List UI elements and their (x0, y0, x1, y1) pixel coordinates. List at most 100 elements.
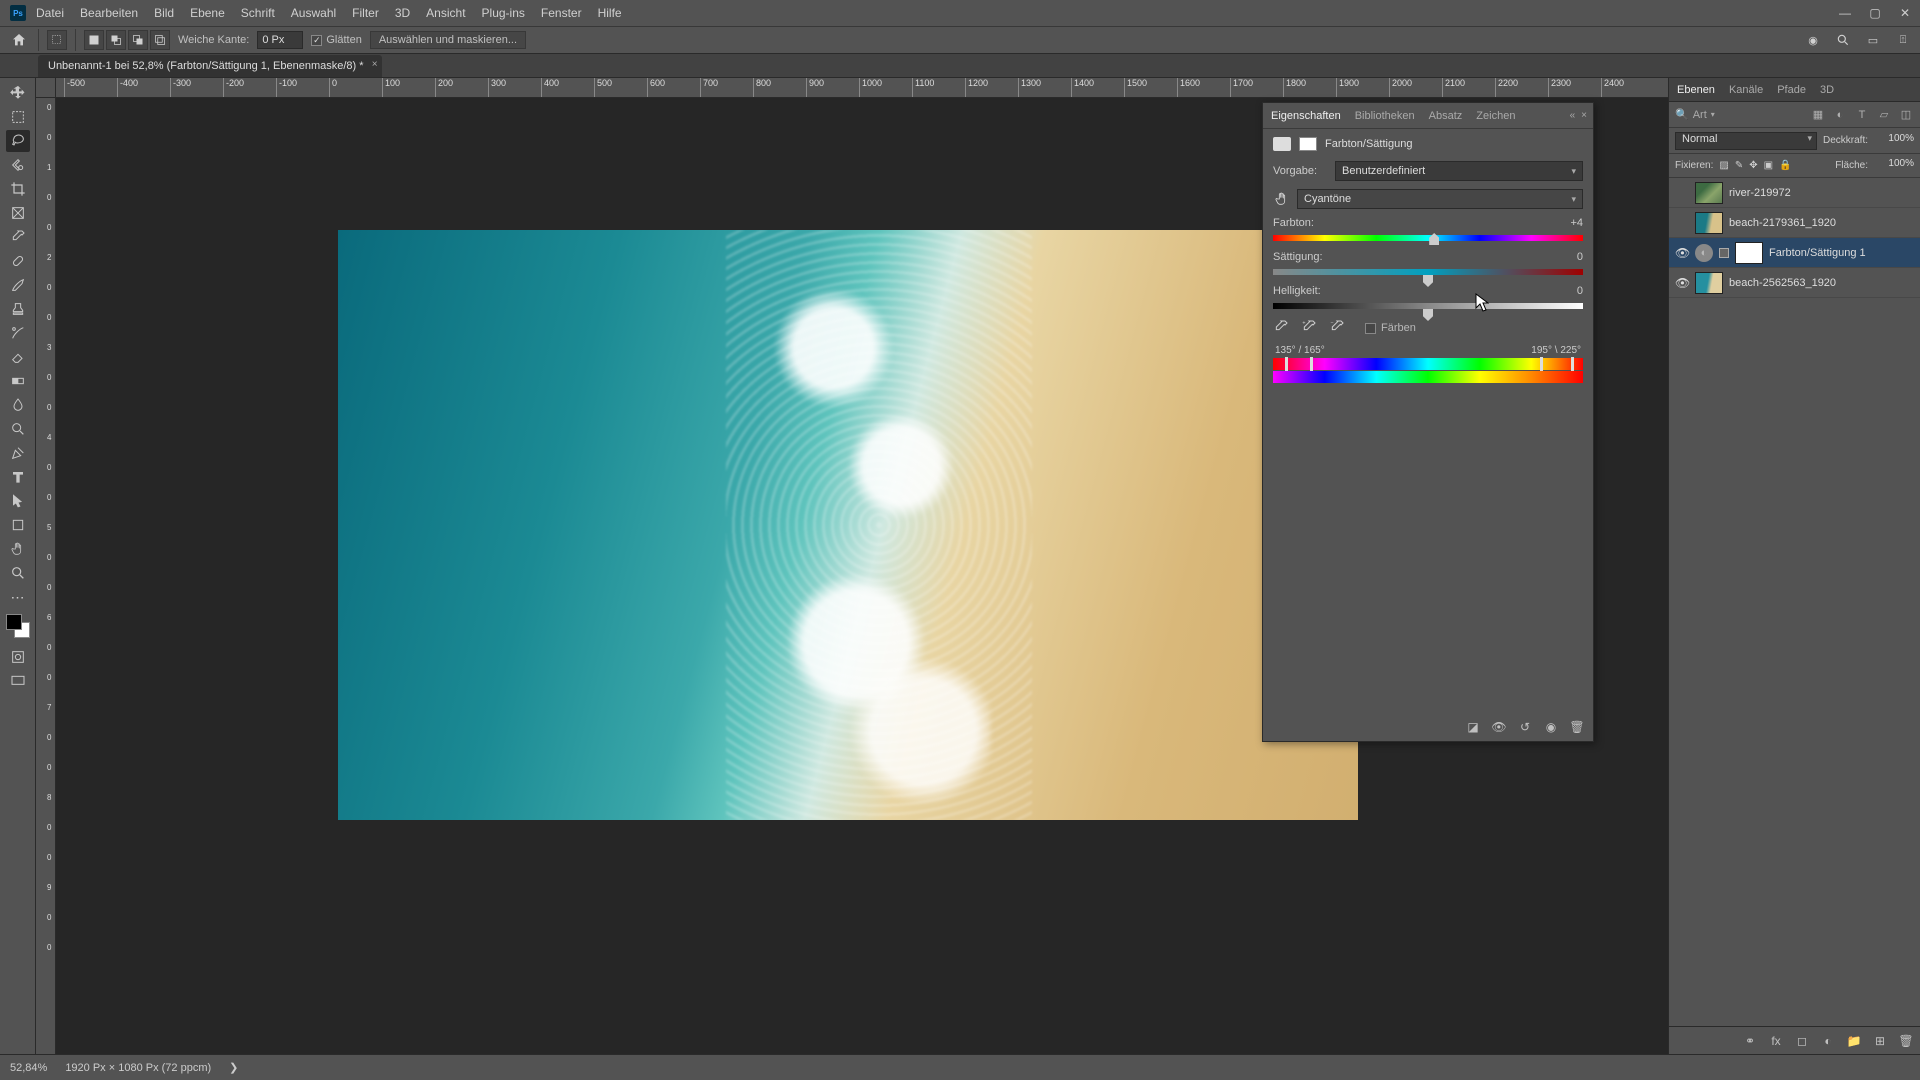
eyedropper-subtract-icon[interactable]: − (1329, 319, 1347, 337)
healing-tool-icon[interactable] (6, 250, 30, 272)
hue-slider[interactable] (1273, 231, 1583, 245)
eyedropper-icon[interactable] (1273, 319, 1291, 337)
menu-window[interactable]: Fenster (541, 6, 582, 20)
layer-thumb[interactable] (1695, 212, 1723, 234)
tool-preset-icon[interactable] (47, 30, 67, 50)
adjustment-layer-icon[interactable]: ◐ (1820, 1033, 1836, 1049)
menu-select[interactable]: Auswahl (291, 6, 336, 20)
menu-file[interactable]: Datei (36, 6, 64, 20)
link-layers-icon[interactable]: ⚭ (1742, 1033, 1758, 1049)
shape-tool-icon[interactable] (6, 514, 30, 536)
close-panel-icon[interactable]: × (1581, 110, 1587, 121)
lock-all-icon[interactable]: 🔒 (1779, 160, 1791, 171)
preset-select[interactable]: Benutzerdefiniert (1335, 161, 1583, 181)
layer-thumb[interactable] (1695, 182, 1723, 204)
crop-tool-icon[interactable] (6, 178, 30, 200)
tab-channels[interactable]: Kanäle (1729, 84, 1763, 96)
cloud-docs-icon[interactable]: ◉ (1804, 31, 1822, 49)
layer-thumb[interactable] (1695, 272, 1723, 294)
collapse-panel-icon[interactable]: « (1570, 110, 1576, 121)
gradient-tool-icon[interactable] (6, 370, 30, 392)
layer-row[interactable]: river-219972 (1669, 178, 1920, 208)
path-select-tool-icon[interactable] (6, 490, 30, 512)
close-icon[interactable]: × (372, 59, 378, 70)
lasso-tool-icon[interactable] (6, 130, 30, 152)
ruler-vertical[interactable]: 00100200300400500600700800900 (36, 98, 56, 1054)
workspace-icon[interactable]: ▭ (1864, 31, 1882, 49)
selection-new-icon[interactable] (84, 30, 104, 50)
mask-thumb-icon[interactable] (1299, 137, 1317, 151)
foreground-color[interactable] (6, 614, 22, 630)
lock-position-icon[interactable]: ✥ (1749, 160, 1757, 171)
menu-view[interactable]: Ansicht (426, 6, 465, 20)
scrubby-hand-icon[interactable] (1273, 190, 1291, 208)
type-tool-icon[interactable] (6, 466, 30, 488)
layer-row[interactable]: beach-2179361_1920 (1669, 208, 1920, 238)
home-icon[interactable] (8, 29, 30, 51)
frame-tool-icon[interactable] (6, 202, 30, 224)
layer-name[interactable]: beach-2562563_1920 (1729, 277, 1836, 289)
zoom-tool-icon[interactable] (6, 562, 30, 584)
filter-pixel-icon[interactable]: ▦ (1810, 107, 1826, 123)
tab-libraries[interactable]: Bibliotheken (1355, 110, 1415, 122)
color-range-strip-bottom[interactable] (1273, 371, 1583, 383)
eyedropper-add-icon[interactable]: + (1301, 319, 1319, 337)
history-brush-tool-icon[interactable] (6, 322, 30, 344)
layer-fx-icon[interactable]: fx (1768, 1033, 1784, 1049)
selection-intersect-icon[interactable] (150, 30, 170, 50)
eyedropper-tool-icon[interactable] (6, 226, 30, 248)
lock-pixels-icon[interactable]: ✎ (1735, 160, 1743, 171)
group-icon[interactable]: 📁 (1846, 1033, 1862, 1049)
lightness-slider[interactable] (1273, 299, 1583, 313)
menu-plugins[interactable]: Plug-ins (482, 6, 525, 20)
menu-filter[interactable]: Filter (352, 6, 379, 20)
new-layer-icon[interactable]: ⊞ (1872, 1033, 1888, 1049)
stamp-tool-icon[interactable] (6, 298, 30, 320)
visibility-icon[interactable]: 👁 (1675, 246, 1689, 260)
saturation-slider[interactable] (1273, 265, 1583, 279)
colorize-checkbox[interactable] (1365, 323, 1376, 334)
channel-select[interactable]: Cyantöne (1297, 189, 1583, 209)
clip-to-layer-icon[interactable]: ◪ (1465, 719, 1481, 735)
saturation-value[interactable]: 0 (1577, 251, 1583, 263)
feather-input[interactable] (257, 31, 303, 49)
blend-mode-select[interactable]: Normal (1675, 132, 1817, 150)
layer-row[interactable]: 👁◐Farbton/Sättigung 1 (1669, 238, 1920, 268)
blur-tool-icon[interactable] (6, 394, 30, 416)
link-icon[interactable] (1719, 248, 1729, 258)
visibility-icon[interactable]: 👁 (1675, 276, 1689, 290)
select-and-mask-button[interactable]: Auswählen und maskieren... (370, 31, 526, 49)
lock-artboard-icon[interactable]: ▣ (1764, 160, 1773, 171)
hand-tool-icon[interactable] (6, 538, 30, 560)
window-close[interactable]: ✕ (1890, 0, 1920, 26)
status-chevron-icon[interactable]: ❯ (229, 1061, 238, 1074)
lock-transparent-icon[interactable]: ▨ (1719, 160, 1728, 171)
layer-row[interactable]: 👁 beach-2562563_1920 (1669, 268, 1920, 298)
layer-mask-icon[interactable]: ◻ (1794, 1033, 1810, 1049)
fill-value[interactable]: 100% (1874, 158, 1914, 174)
brush-tool-icon[interactable] (6, 274, 30, 296)
filter-smart-icon[interactable]: ◫ (1898, 107, 1914, 123)
layer-name[interactable]: Farbton/Sättigung 1 (1769, 247, 1866, 259)
lightness-value[interactable]: 0 (1577, 285, 1583, 297)
window-maximize[interactable]: ▢ (1860, 0, 1890, 26)
menu-type[interactable]: Schrift (241, 6, 275, 20)
tab-3d[interactable]: 3D (1820, 84, 1834, 96)
marquee-tool-icon[interactable] (6, 106, 30, 128)
eraser-tool-icon[interactable] (6, 346, 30, 368)
antialias-checkbox[interactable] (311, 35, 322, 46)
opacity-value[interactable]: 100% (1874, 133, 1914, 149)
layer-name[interactable]: river-219972 (1729, 187, 1791, 199)
menu-layer[interactable]: Ebene (190, 6, 225, 20)
window-minimize[interactable]: — (1830, 0, 1860, 26)
screenmode-icon[interactable] (6, 670, 30, 692)
document-tab[interactable]: Unbenannt-1 bei 52,8% (Farbton/Sättigung… (38, 55, 382, 77)
reset-icon[interactable]: ↺ (1517, 719, 1533, 735)
color-swatch[interactable] (6, 614, 30, 638)
filter-adjust-icon[interactable]: ◐ (1832, 107, 1848, 123)
layer-filter-label[interactable]: Art (1693, 109, 1707, 121)
tab-properties[interactable]: Eigenschaften (1271, 110, 1341, 122)
edit-toolbar-icon[interactable]: ⋯ (6, 586, 30, 608)
quick-select-tool-icon[interactable] (6, 154, 30, 176)
tab-character[interactable]: Zeichen (1476, 110, 1515, 122)
